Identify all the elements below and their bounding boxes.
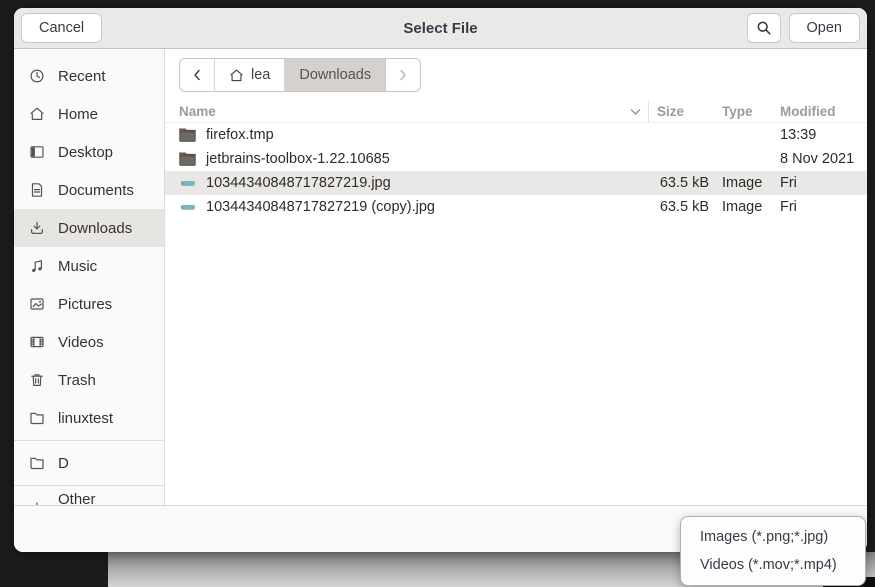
sidebar-item-label: linuxtest — [58, 410, 113, 427]
file-size: 63.5 kB — [649, 199, 713, 215]
sidebar-item-label: Home — [58, 106, 98, 123]
sidebar-item-label: D — [58, 455, 69, 472]
sidebar-item-home[interactable]: Home — [14, 95, 164, 133]
file-row-jetbrains-toolbox[interactable]: jetbrains-toolbox-1.22.10685 8 Nov 2021 — [165, 147, 867, 171]
desktop-icon — [29, 144, 45, 160]
column-header-type[interactable]: Type — [713, 104, 771, 119]
column-header-name[interactable]: Name — [165, 101, 649, 122]
dialog-title: Select File — [14, 20, 867, 37]
sidebar-item-pictures[interactable]: Pictures — [14, 285, 164, 323]
sidebar-item-label: Other Locations — [58, 491, 149, 505]
places-sidebar: Recent Home Desktop — [14, 49, 165, 505]
file-name: firefox.tmp — [206, 127, 274, 143]
sidebar-item-desktop[interactable]: Desktop — [14, 133, 164, 171]
sidebar-item-label: Recent — [58, 68, 106, 85]
folder-icon — [179, 128, 196, 142]
picture-icon — [29, 296, 45, 312]
trash-icon — [29, 372, 45, 388]
download-arrow-icon — [29, 220, 45, 236]
breadcrumb-current-label: Downloads — [299, 67, 371, 83]
sidebar-item-label: Desktop — [58, 144, 113, 161]
sidebar-item-trash[interactable]: Trash — [14, 361, 164, 399]
search-icon — [756, 20, 772, 36]
file-modified: Fri — [771, 175, 867, 191]
sidebar-separator — [14, 440, 164, 441]
breadcrumb-home-label: lea — [251, 67, 270, 83]
sidebar-item-d[interactable]: D — [14, 444, 164, 482]
image-thumbnail-icon — [179, 200, 196, 214]
file-modified: 8 Nov 2021 — [771, 151, 867, 167]
sidebar-item-label: Downloads — [58, 220, 132, 237]
breadcrumb: lea Downloads — [179, 58, 421, 92]
breadcrumb-current-segment[interactable]: Downloads — [285, 59, 386, 91]
filter-option-videos[interactable]: Videos (*.mov;*.mp4) — [681, 551, 865, 579]
file-name: jetbrains-toolbox-1.22.10685 — [206, 151, 390, 167]
file-chooser-dialog: Cancel Select File Open Re — [14, 8, 867, 552]
file-name: 10344340848717827219.jpg — [206, 175, 391, 191]
file-name: 10344340848717827219 (copy).jpg — [206, 199, 435, 215]
breadcrumb-home-segment[interactable]: lea — [215, 59, 285, 91]
sidebar-item-label: Pictures — [58, 296, 112, 313]
sidebar-item-label: Videos — [58, 334, 104, 351]
sidebar-item-recent[interactable]: Recent — [14, 57, 164, 95]
home-icon — [229, 68, 244, 83]
film-icon — [29, 334, 45, 350]
column-header-row: Name Size Type Modified — [165, 101, 867, 123]
filter-option-images[interactable]: Images (*.png;*.jpg) — [681, 523, 865, 551]
sidebar-item-linuxtest[interactable]: linuxtest — [14, 399, 164, 437]
sidebar-item-other-locations[interactable]: Other Locations — [14, 489, 164, 505]
column-label-name: Name — [179, 104, 216, 119]
document-icon — [29, 182, 45, 198]
sidebar-item-music[interactable]: Music — [14, 247, 164, 285]
image-thumbnail-icon — [179, 176, 196, 190]
folder-icon — [29, 410, 45, 426]
cancel-button[interactable]: Cancel — [21, 13, 102, 43]
sidebar-item-label: Trash — [58, 372, 96, 389]
file-size: 63.5 kB — [649, 175, 713, 191]
music-note-icon — [29, 258, 45, 274]
forward-button[interactable] — [386, 59, 420, 91]
column-header-modified[interactable]: Modified — [771, 104, 867, 119]
file-modified: 13:39 — [771, 127, 867, 143]
pathbar-row: lea Downloads — [165, 49, 867, 101]
sidebar-separator — [14, 485, 164, 486]
other-locations-icon — [29, 500, 45, 505]
column-header-size[interactable]: Size — [649, 104, 713, 119]
back-button[interactable] — [180, 59, 215, 91]
sort-chevron-down-icon — [630, 108, 641, 116]
dialog-headerbar: Cancel Select File Open — [14, 8, 867, 49]
chevron-left-icon — [192, 68, 202, 82]
search-button[interactable] — [747, 13, 781, 43]
chevron-right-icon — [398, 68, 408, 82]
home-icon — [29, 106, 45, 122]
file-row-jpg-copy[interactable]: 10344340848717827219 (copy).jpg 63.5 kB … — [165, 195, 867, 219]
file-row-jpg-selected[interactable]: 10344340848717827219.jpg 63.5 kB Image F… — [165, 171, 867, 195]
sidebar-item-downloads[interactable]: Downloads — [14, 209, 164, 247]
clock-icon — [29, 68, 45, 84]
sidebar-item-videos[interactable]: Videos — [14, 323, 164, 361]
open-button[interactable]: Open — [789, 13, 860, 43]
file-modified: Fri — [771, 199, 867, 215]
file-row-firefox-tmp[interactable]: firefox.tmp 13:39 — [165, 123, 867, 147]
sidebar-item-label: Documents — [58, 182, 134, 199]
sidebar-item-label: Music — [58, 258, 97, 275]
sidebar-item-documents[interactable]: Documents — [14, 171, 164, 209]
folder-icon — [179, 152, 196, 166]
file-type: Image — [713, 199, 771, 215]
file-list-pane: lea Downloads — [165, 49, 867, 505]
folder-icon — [29, 455, 45, 471]
file-type: Image — [713, 175, 771, 191]
file-filter-popup: Images (*.png;*.jpg) Videos (*.mov;*.mp4… — [680, 516, 866, 586]
